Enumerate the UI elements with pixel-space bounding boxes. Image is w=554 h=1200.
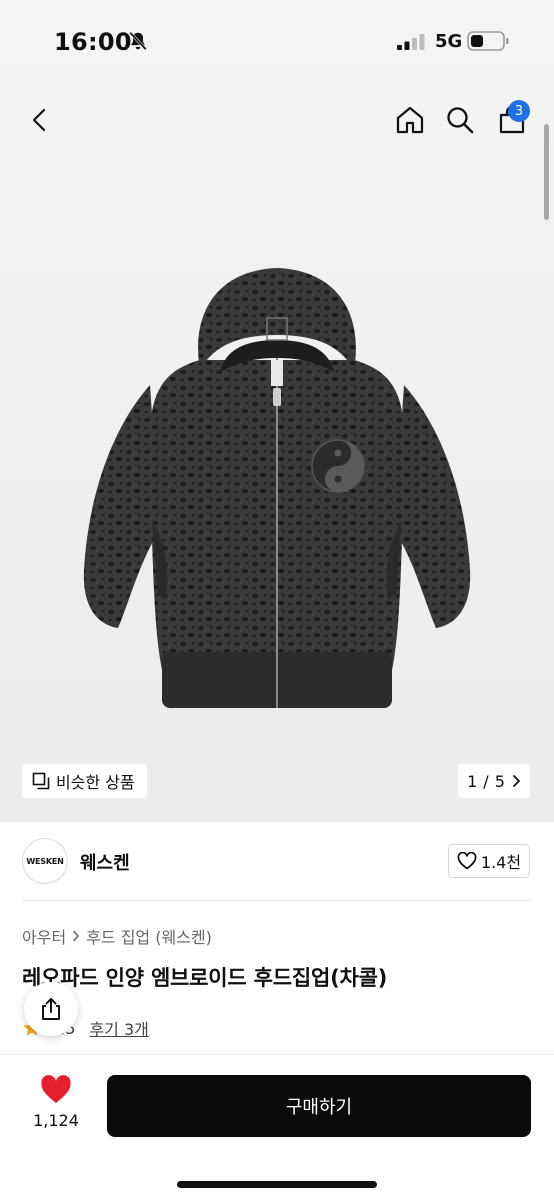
network-label: 5G xyxy=(435,31,463,52)
review-link[interactable]: 후기 3개 xyxy=(89,1016,148,1040)
share-button[interactable] xyxy=(24,982,78,1036)
status-bar: 16:00 5G xyxy=(0,0,554,84)
wish-count: 1,124 xyxy=(33,1111,79,1130)
product-gallery[interactable]: 16:00 5G 3 비슷한 상품 1 / 5 xyxy=(0,0,554,822)
shop-like-count: 1.4천 xyxy=(480,853,522,872)
heart-outline-icon xyxy=(457,852,477,870)
shop-name[interactable]: 웨스켄 xyxy=(80,849,130,875)
breadcrumb-item[interactable]: 후드 집업 (웨스켄) xyxy=(86,924,212,948)
shop-logo[interactable]: WESKEN xyxy=(22,838,68,884)
cart-count-badge: 3 xyxy=(508,100,530,122)
similar-products-label: 비슷한 상품 xyxy=(56,773,135,792)
bottom-action-bar: 1,124 구매하기 xyxy=(0,1054,554,1200)
back-icon xyxy=(32,108,46,132)
wish-button[interactable]: 1,124 xyxy=(24,1075,88,1130)
image-pager[interactable]: 1 / 5 xyxy=(458,764,530,798)
product-title: 레오파드 인양 엠브로이드 후드집업(차콜) xyxy=(22,966,388,990)
search-icon xyxy=(447,107,474,134)
search-button[interactable] xyxy=(438,92,482,148)
signal-icon xyxy=(397,34,425,50)
pager-current: 1 xyxy=(467,771,478,791)
similar-products-button[interactable]: 비슷한 상품 xyxy=(22,764,147,798)
heart-filled-icon xyxy=(41,1075,71,1103)
pager-separator: / xyxy=(483,771,489,791)
product-image xyxy=(83,268,471,708)
status-time: 16:00 xyxy=(54,28,132,56)
scroll-indicator xyxy=(544,124,549,220)
pager-total: 5 xyxy=(494,771,505,791)
home-indicator xyxy=(177,1181,377,1188)
shop-like-button[interactable]: 1.4천 xyxy=(448,844,530,878)
battery-icon xyxy=(467,31,509,51)
back-button[interactable] xyxy=(18,92,62,148)
divider xyxy=(22,900,532,901)
home-icon xyxy=(396,106,424,134)
home-button[interactable] xyxy=(388,92,432,148)
shop-logo-text: WESKEN xyxy=(26,856,64,866)
buy-button-label: 구매하기 xyxy=(285,1097,353,1118)
top-navigation xyxy=(0,92,554,148)
similar-icon xyxy=(32,772,50,790)
breadcrumb-item[interactable]: 아우터 xyxy=(22,924,66,948)
chevron-right-icon xyxy=(73,930,79,942)
buy-button[interactable]: 구매하기 xyxy=(107,1075,531,1137)
shop-row: WESKEN 웨스켄 1.4천 xyxy=(0,830,554,892)
bell-slash-icon xyxy=(129,31,147,51)
breadcrumb: 아우터 후드 집업 (웨스켄) xyxy=(22,924,212,948)
share-icon xyxy=(42,998,60,1020)
chevron-right-icon xyxy=(512,775,520,787)
